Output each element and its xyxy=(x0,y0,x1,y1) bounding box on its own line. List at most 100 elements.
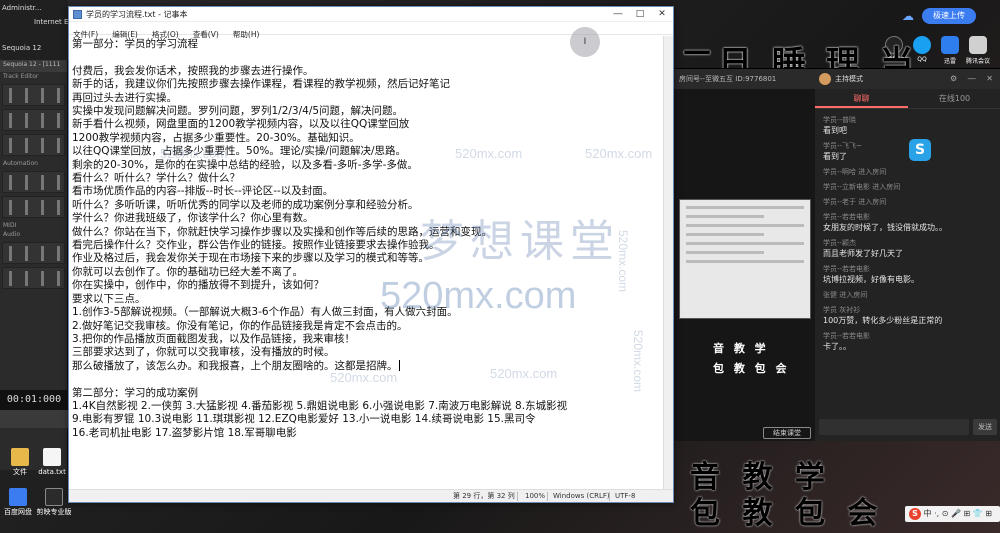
notepad-app-icon xyxy=(73,10,82,19)
text-file-icon xyxy=(43,448,61,466)
wallpaper-line: 包 教 包 会 xyxy=(690,496,884,531)
vertical-scrollbar[interactable] xyxy=(663,36,673,491)
sequoia-title: Sequoia 12 - [1111 xyxy=(0,60,67,72)
chat-system-message: 张健 进入房间 xyxy=(823,290,993,300)
window-controls[interactable]: ⚙ ― ✕ xyxy=(950,69,997,89)
desktop-icon-jianying[interactable]: 剪映专业版 xyxy=(36,488,72,517)
chat-panel: 主持模式 ⚙ ― ✕ 聊聊 在线100 学员--普晓 看到吧 学员--飞飞~ 看… xyxy=(815,69,1000,441)
text-line xyxy=(72,373,662,386)
cloud-icon: ☁ xyxy=(902,9,914,23)
chat-system-message: 学员--立新电影 进入房间 xyxy=(823,182,993,192)
desktop-icon-baidu[interactable]: 百度网盘 xyxy=(0,488,36,517)
chat-message: 学员--若若电影 坑博拉视频，好像有电影。 xyxy=(823,264,993,285)
text-line: 付费后，我会发你话术，按照我的步骤去进行操作。 xyxy=(72,64,314,77)
text-line: 听什么？多听听课，听听优秀的同学以及老师的成功案例分享和经验分析。 xyxy=(72,198,419,211)
chat-message: 学员 灰衬衫 100万赞，转化多少粉丝是正常的 xyxy=(823,305,993,326)
text-line: 以往QQ课堂回放，占据多少重要性。50%。理论/实操/问题解决/思路。 xyxy=(72,145,406,158)
desktop-icon-thunder[interactable]: 迅雷 xyxy=(936,36,964,65)
notepad-titlebar[interactable]: 学员的学习流程.txt - 记事本 ― □ ✕ xyxy=(69,7,673,22)
chat-text: 看到吧 xyxy=(823,126,847,135)
fast-upload-button[interactable]: 极速上传 xyxy=(922,8,976,24)
chat-text: 女朋友的时候了，钱没借就成功。。 xyxy=(823,223,947,232)
text-line: 学什么？你进我班级了，你该学什么？你心里有数。 xyxy=(72,212,314,225)
sogou-s-icon: S xyxy=(909,139,931,161)
desktop-icon-label: QQ xyxy=(917,56,927,63)
desktop-icon-files[interactable]: 文件 xyxy=(2,448,38,477)
text-line: 要求以下三点。 xyxy=(72,292,146,305)
chat-message: 学员--颖杰 而且老师发了好几天了 xyxy=(823,238,993,259)
chat-system-text: 学员--老于 进入房间 xyxy=(823,198,887,206)
chat-system-message: 学员--啊哈 进入房间 xyxy=(823,167,993,177)
taskbar-item-sequoia[interactable]: Sequoia 12 xyxy=(2,44,41,52)
text-line: 看市场优质作品的内容--排版--时长--评论区--以及封面。 xyxy=(72,185,334,198)
desktop-top-left: Administr... Internet Explorer Sequoia 1… xyxy=(0,0,68,60)
chat-message: 学员--普晓 看到吧 xyxy=(823,115,993,136)
text-line: 再回过头去进行实操。 xyxy=(72,91,177,104)
avatar[interactable] xyxy=(819,73,831,85)
mixer-track[interactable] xyxy=(2,171,65,193)
text-line: 做什么？你站在当下，你就赶快学习操作步骤以及实操和创作等后续的思路，运营和变现。 xyxy=(72,225,492,238)
host-row: 主持模式 ⚙ ― ✕ xyxy=(815,69,1000,89)
desktop-icon-label: 迅雷 xyxy=(943,58,956,65)
window-title: 学员的学习流程.txt - 记事本 xyxy=(86,10,188,19)
chat-system-text: 张健 进入房间 xyxy=(823,291,868,299)
chat-user: 学员--颖杰 xyxy=(823,239,857,247)
desktop-icon-meeting[interactable]: 腾讯会议 xyxy=(964,36,992,65)
desktop-icon-data[interactable]: data.txt xyxy=(34,448,70,477)
text-line: 16.老司机扯电影 17.盗梦影片馆 18.军哥聊电影 xyxy=(72,426,297,439)
mixer-track[interactable] xyxy=(2,109,65,131)
minimize-button[interactable]: ― xyxy=(607,7,629,22)
host-mode-label: 主持模式 xyxy=(835,75,863,83)
text-line: 新手看什么视频，网盘里面的1200教学视频内容，以及以往QQ课堂回放 xyxy=(72,118,410,131)
chat-message: 学员--若若电影 女朋友的时候了，钱没借就成功。。 xyxy=(823,212,993,233)
thunder-icon xyxy=(941,36,959,54)
end-class-button[interactable]: 结束课堂 xyxy=(763,427,811,439)
status-bar: 第 29 行，第 32 列 100% Windows (CRLF) UTF-8 xyxy=(69,489,673,502)
close-button[interactable]: ✕ xyxy=(651,7,673,22)
tab-chat[interactable]: 聊聊 xyxy=(815,89,908,108)
text-line: 1.4K自然影视 2.一侠剪 3.大猛影视 4.番茄影视 5.鼎姐说电影 6.小… xyxy=(72,399,568,412)
text-editor-area[interactable]: 第一部分：学员的学习流程 付费后，我会发你话术，按照我的步骤去进行操作。 新手的话，… xyxy=(69,36,665,491)
mixer-track[interactable] xyxy=(2,242,65,264)
sogou-ime-icon[interactable]: S xyxy=(909,507,921,520)
video-overlay-line: 包 教 包 会 xyxy=(713,362,790,375)
desktop-shortcut-ie[interactable]: Internet Explorer xyxy=(34,18,68,26)
desktop-icon-label: 文件 xyxy=(13,468,27,476)
text-caret xyxy=(398,360,400,372)
video-area: 音 教 学 包 教 包 会 结束课堂 xyxy=(673,89,815,441)
text-line: 看完后操作什么？交作业，群公告作业的链接。按照作业链接要求去操作验我。 xyxy=(72,239,440,252)
send-button[interactable]: 发送 xyxy=(973,419,997,435)
text-line: 你就可以去创作了。你的基础功已经大差不离了。 xyxy=(72,265,303,278)
chat-text: 坑博拉视频，好像有电影。 xyxy=(823,275,919,284)
chat-tabs: 聊聊 在线100 xyxy=(815,89,1000,109)
text-line: 新手的话，我建议你们先按照步骤去操作课程，看课程的教学视频，然后记好笔记 xyxy=(72,78,450,91)
mixer-track[interactable] xyxy=(2,84,65,106)
maximize-button[interactable]: □ xyxy=(629,7,651,22)
mixer-track[interactable] xyxy=(2,134,65,156)
chat-text: 卡了。。 xyxy=(823,342,851,351)
text-line: 剩余的20-30%，是你的在实操中总结的经验，以及多看-多听-多学-多做。 xyxy=(72,158,418,171)
audio-label: Audio xyxy=(3,231,21,238)
notepad-window: 学员的学习流程.txt - 记事本 ― □ ✕ 文件(F) 编辑(E) 格式(O… xyxy=(68,6,674,503)
text-line: 三部要求达到了，你就可以交我审核，没有播放的时候。 xyxy=(72,346,335,359)
text-line: 9.电影有罗锟 10.3说电影 11.琪琪影视 12.EZQ电影爱好 13.小一… xyxy=(72,413,536,426)
transport-bar[interactable] xyxy=(0,410,68,428)
chat-message: 学员--飞飞~ 看到了 xyxy=(823,141,993,162)
video-overlay-line: 音 教 学 xyxy=(713,342,769,355)
meeting-icon xyxy=(969,36,987,54)
video-overlay-text: 音 教 学 包 教 包 会 xyxy=(713,339,790,379)
system-tray[interactable]: S 中 ·, ⊙ 🎤 ⊞ 👕 ⊞ xyxy=(905,506,1000,522)
desktop-shortcut-admin[interactable]: Administr... xyxy=(2,4,42,12)
desktop-icon-label: 百度网盘 xyxy=(4,508,32,516)
text-line: 作业及格过后，我会发你关于现在市场接下来的步骤以及学习的模式和等等。 xyxy=(72,252,429,265)
mouse-cursor-highlight: I xyxy=(570,27,600,57)
text-line: 3.把你的作品播放页面截图发我，以及作品链接，我来审核！ xyxy=(72,332,356,345)
chat-text: 而且老师发了好几天了 xyxy=(823,249,903,258)
mixer-track[interactable] xyxy=(2,267,65,289)
tab-online[interactable]: 在线100 xyxy=(908,89,1000,108)
chat-input[interactable] xyxy=(819,419,969,435)
mixer-track[interactable] xyxy=(2,196,65,218)
chat-user: 学员--普晓 xyxy=(823,116,857,124)
wallpaper-line: 音 教 学 xyxy=(690,460,831,495)
sequoia-editor-window: Sequoia 12 - [1111 Track Editor Automati… xyxy=(0,60,68,470)
